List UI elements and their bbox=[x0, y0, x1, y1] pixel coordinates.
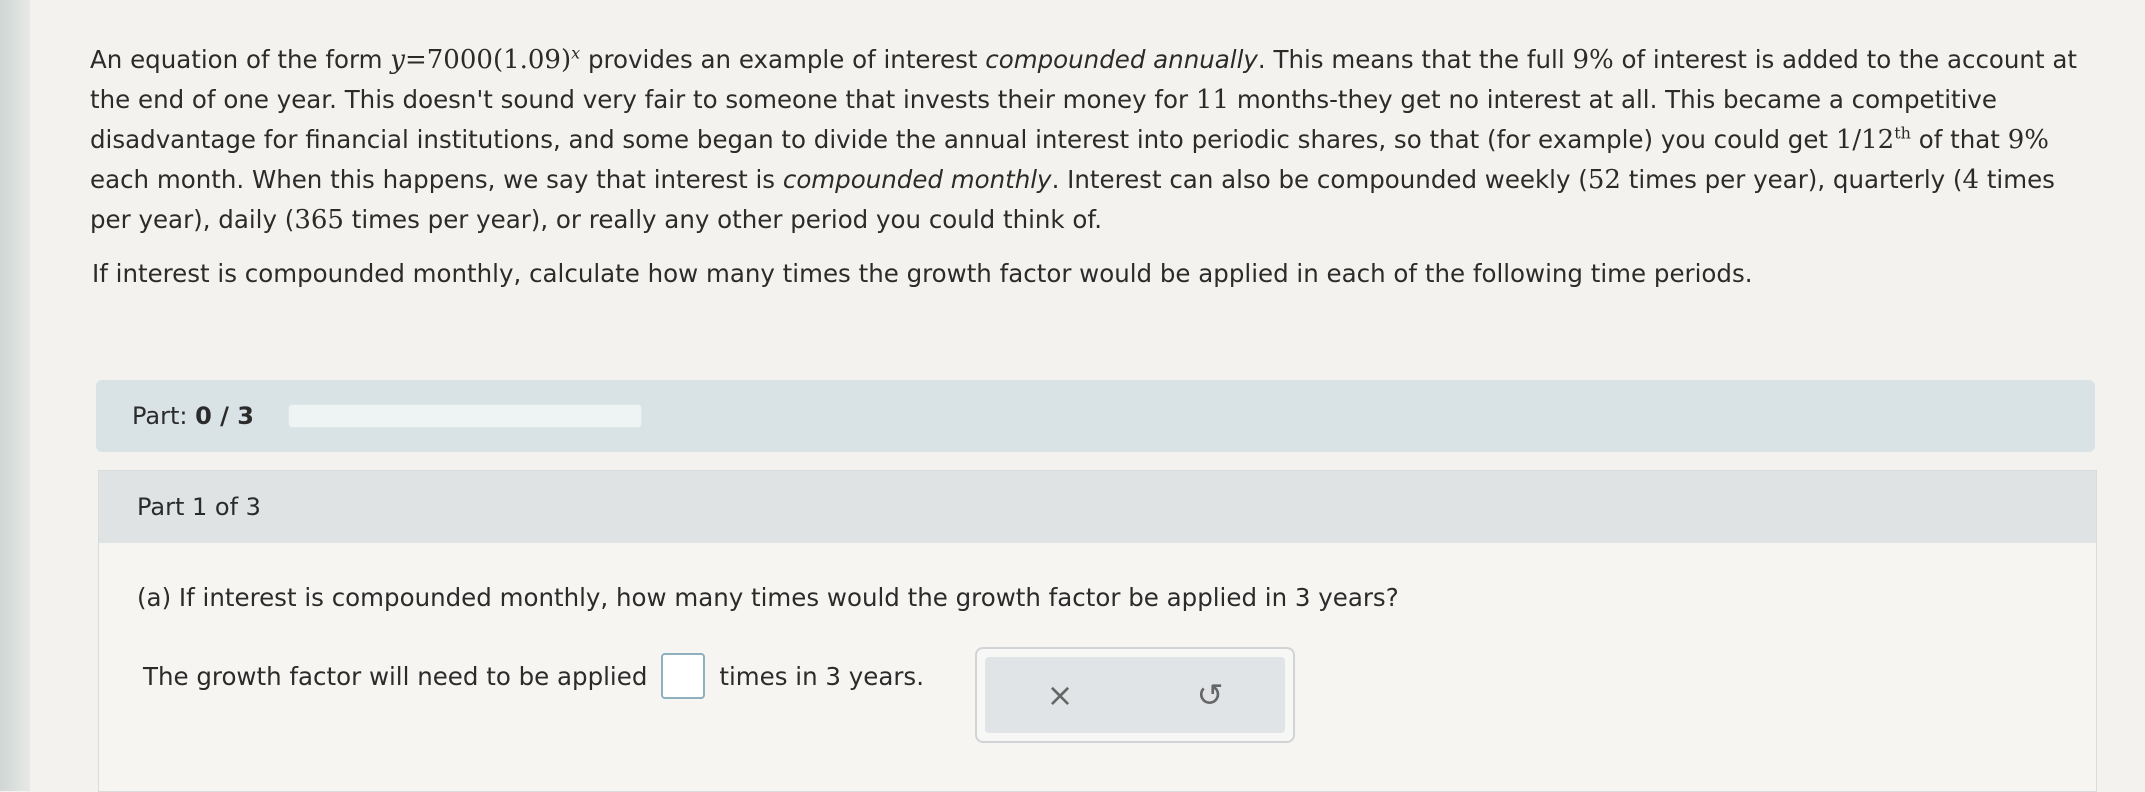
part-question: (a) If interest is compounded monthly, h… bbox=[137, 583, 1399, 612]
term-compounded-annually: compounded annually bbox=[985, 45, 1258, 74]
answer-line: The growth factor will need to be applie… bbox=[143, 653, 924, 699]
term-compounded-monthly: compounded monthly bbox=[782, 165, 1052, 194]
clear-icon[interactable]: × bbox=[1035, 676, 1085, 714]
part-panel: Part 1 of 3 (a) If interest is compounde… bbox=[98, 470, 2097, 792]
instruction-text: If interest is compounded monthly, calcu… bbox=[92, 259, 1753, 288]
answer-input[interactable] bbox=[661, 653, 706, 699]
fraction: 1/12th bbox=[1835, 123, 1911, 155]
intro-text: provides an example of interest bbox=[587, 45, 978, 74]
equation: y=7000(1.09)x bbox=[390, 43, 581, 75]
part-header: Part 1 of 3 bbox=[99, 471, 2096, 543]
intro-text: An equation of the form bbox=[90, 45, 383, 74]
answer-tools: × ↺ bbox=[975, 647, 1295, 743]
intro-paragraph: An equation of the form y=7000(1.09)x pr… bbox=[90, 43, 2077, 235]
progress-track bbox=[287, 404, 642, 428]
part-progress-label: Part: 0 / 3 bbox=[132, 402, 254, 430]
problem-content: An equation of the form y=7000(1.09)x pr… bbox=[90, 40, 2095, 294]
window-edge bbox=[0, 0, 30, 791]
interest-rate: 9% bbox=[1572, 45, 1614, 75]
undo-icon[interactable]: ↺ bbox=[1185, 676, 1235, 714]
part-progress-bar: Part: 0 / 3 bbox=[96, 380, 2095, 452]
